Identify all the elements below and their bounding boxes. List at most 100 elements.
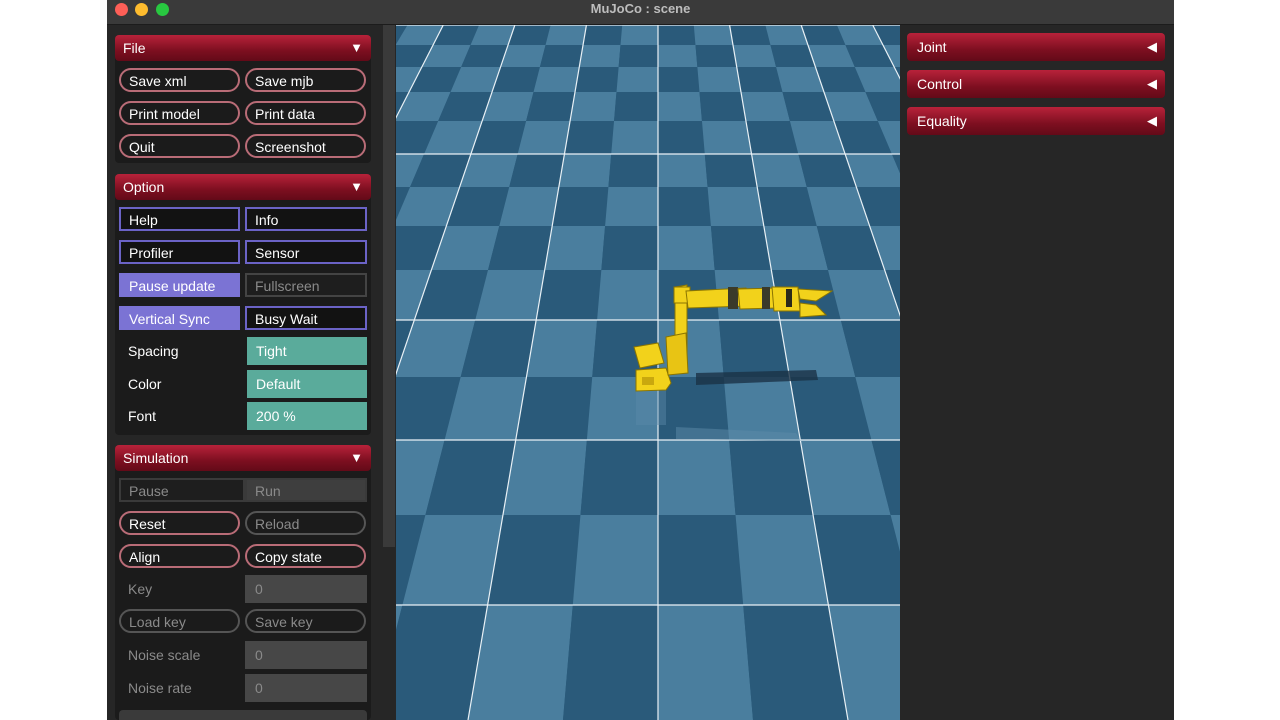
spacing-select[interactable]: Tight [247, 337, 367, 365]
right-panel: Joint ◀ Control ◀ Equality ◀ [907, 25, 1174, 720]
vertical-sync-toggle[interactable]: Vertical Sync [119, 306, 240, 330]
floor-tile [732, 45, 777, 67]
scene-viewport[interactable] [396, 25, 900, 720]
floor-tile [533, 67, 580, 92]
simulation-section: Simulation ▼ Pause Run Reset Reload Alig… [115, 445, 371, 720]
collapse-triangle-icon: ▼ [350, 40, 363, 55]
noise-rate-label: Noise rate [128, 680, 192, 696]
floor-tile [575, 67, 619, 92]
expand-triangle-icon: ◀ [1147, 39, 1157, 54]
floor-tile [658, 440, 736, 515]
floor-tile [597, 270, 658, 320]
sensor-toggle[interactable]: Sensor [245, 240, 367, 264]
floor-tile [563, 605, 658, 720]
left-panel-scrollbar[interactable] [383, 25, 395, 547]
file-section-header[interactable]: File ▼ [115, 35, 371, 61]
mujoco-window: MuJoCo : scene File ▼ Save xml Save mjb … [107, 0, 1174, 720]
floor-tile [487, 515, 581, 605]
key-slider[interactable]: 0 [245, 575, 367, 603]
print-model-button[interactable]: Print model [119, 101, 240, 125]
collapse-triangle-icon: ▼ [350, 179, 363, 194]
floor-tile [718, 320, 790, 377]
file-section-title: File [123, 40, 146, 56]
copy-state-button[interactable]: Copy state [245, 544, 366, 568]
left-panel: File ▼ Save xml Save mjb Print model Pri… [107, 25, 383, 720]
floor-tile [697, 67, 741, 92]
load-key-button[interactable]: Load key [119, 609, 240, 633]
floor-tile [611, 121, 658, 154]
floor-tile [515, 377, 593, 440]
floor-tile [564, 121, 615, 154]
option-section: Option ▼ Help Info Profiler Sensor Pause… [115, 174, 371, 435]
color-label: Color [128, 376, 162, 392]
floor-tile [695, 45, 737, 67]
quit-button[interactable]: Quit [119, 134, 240, 158]
floor-tile [544, 226, 606, 270]
floor-tile [736, 67, 783, 92]
floor-tile [545, 25, 587, 45]
info-toggle[interactable]: Info [245, 207, 367, 231]
save-key-button[interactable]: Save key [245, 609, 366, 633]
floor-tile [580, 440, 658, 515]
floor-tile [572, 515, 658, 605]
floor-tile [658, 226, 715, 270]
floor-tile [570, 92, 617, 121]
floor-tile [710, 226, 772, 270]
floor-tile [751, 154, 807, 187]
floor-tile [558, 154, 612, 187]
reload-button[interactable]: Reload [245, 511, 366, 535]
pause-update-toggle[interactable]: Pause update [119, 273, 240, 297]
simulation-section-header[interactable]: Simulation ▼ [115, 445, 371, 471]
screenshot-button[interactable]: Screenshot [245, 134, 366, 158]
key-label: Key [128, 581, 153, 597]
profiler-toggle[interactable]: Profiler [119, 240, 240, 264]
floor-tile [509, 154, 565, 187]
floor-tile [729, 25, 771, 45]
font-select[interactable]: 200 % [247, 402, 367, 430]
floor-tile [620, 25, 658, 45]
pause-radio[interactable]: Pause [119, 478, 245, 502]
floor-tile [601, 226, 658, 270]
floor-tile [579, 45, 621, 67]
floor-tile [658, 67, 700, 92]
floor-tile [704, 154, 758, 187]
equality-section-title: Equality [917, 113, 967, 129]
floor-checkerboard [396, 25, 900, 720]
joint-section-title: Joint [917, 39, 947, 55]
floor-tile [693, 25, 733, 45]
floor-tile [757, 187, 817, 226]
floor-tile [735, 515, 829, 605]
save-mjb-button[interactable]: Save mjb [245, 68, 366, 92]
option-section-title: Option [123, 179, 165, 195]
floor-tile [699, 92, 746, 121]
floor-tile [658, 187, 711, 226]
file-section: File ▼ Save xml Save mjb Print model Pri… [115, 35, 371, 163]
fullscreen-toggle[interactable]: Fullscreen [245, 273, 367, 297]
floor-tile [745, 121, 799, 154]
floor-tile [616, 67, 658, 92]
window-title: MuJoCo : scene [590, 1, 691, 16]
save-xml-button[interactable]: Save xml [119, 68, 240, 92]
expand-triangle-icon: ◀ [1147, 76, 1157, 91]
noise-scale-slider[interactable]: 0 [245, 641, 367, 669]
print-data-button[interactable]: Print data [245, 101, 366, 125]
reset-button[interactable]: Reset [119, 511, 240, 535]
option-section-header[interactable]: Option ▼ [115, 174, 371, 200]
busy-wait-toggle[interactable]: Busy Wait [245, 306, 367, 330]
equality-section-header[interactable]: Equality ◀ [907, 107, 1165, 135]
floor-tile [763, 226, 828, 270]
help-toggle[interactable]: Help [119, 207, 240, 231]
next-section-edge [119, 710, 367, 720]
floor-tile [605, 187, 658, 226]
floor-tile [658, 605, 753, 720]
noise-rate-slider[interactable]: 0 [245, 674, 367, 702]
color-select[interactable]: Default [247, 370, 367, 398]
joint-section-header[interactable]: Joint ◀ [907, 33, 1165, 61]
control-section-header[interactable]: Control ◀ [907, 70, 1165, 98]
run-radio[interactable]: Run [245, 478, 367, 502]
align-button[interactable]: Align [119, 544, 240, 568]
floor-tile [608, 154, 658, 187]
floor-tile [658, 92, 702, 121]
floor-tile [658, 45, 698, 67]
floor-tile [701, 121, 752, 154]
